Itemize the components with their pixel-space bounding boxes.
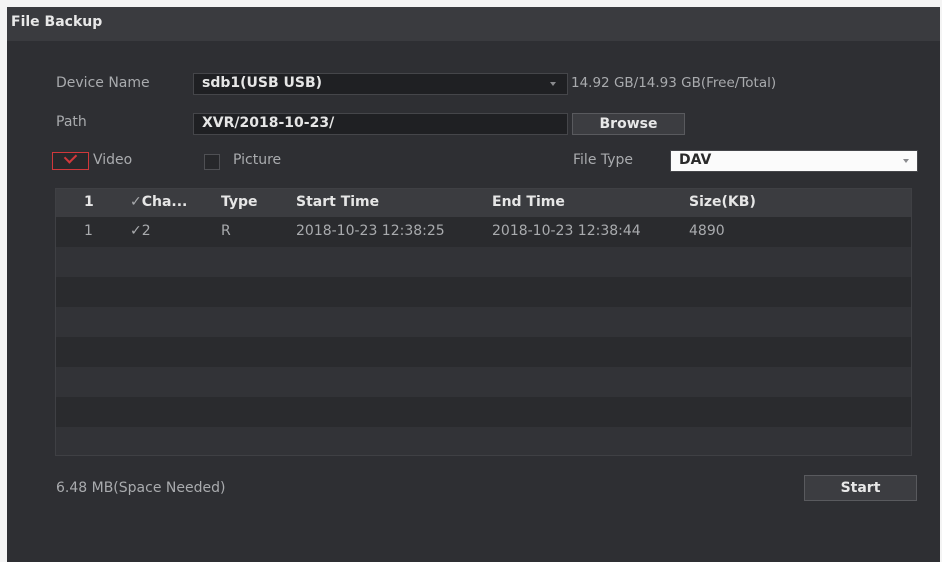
file-type-value: DAV	[679, 152, 712, 168]
row-size: 4890	[689, 223, 725, 239]
table-row	[56, 367, 911, 397]
file-backup-window: File Backup Device Name sdb1(USB USB) 14…	[7, 7, 940, 562]
row-start-time: 2018-10-23 12:38:25	[296, 223, 445, 239]
picture-checkbox[interactable]	[204, 154, 220, 170]
table-row[interactable]: 1 ✓2 R 2018-10-23 12:38:25 2018-10-23 12…	[56, 217, 911, 247]
header-end-time: End Time	[492, 194, 565, 210]
table-row	[56, 277, 911, 307]
video-checkbox[interactable]	[52, 150, 89, 170]
header-channel-label: Cha...	[141, 194, 188, 210]
device-name-select[interactable]: sdb1(USB USB)	[193, 73, 568, 95]
video-label: Video	[93, 152, 133, 168]
start-button[interactable]: Start	[804, 475, 917, 501]
device-name-label: Device Name	[56, 75, 150, 91]
path-value: XVR/2018-10-23/	[202, 115, 335, 131]
table-row	[56, 397, 911, 427]
browse-button[interactable]: Browse	[572, 113, 685, 135]
row-end-time: 2018-10-23 12:38:44	[492, 223, 641, 239]
capacity-text: 14.92 GB/14.93 GB(Free/Total)	[571, 75, 777, 91]
header-size: Size(KB)	[689, 194, 756, 210]
picture-label: Picture	[233, 152, 282, 168]
check-icon: ✓	[130, 223, 142, 239]
table-row	[56, 427, 911, 455]
row-channel-value: 2	[141, 223, 151, 239]
path-field[interactable]: XVR/2018-10-23/	[193, 113, 568, 135]
table-row	[56, 337, 911, 367]
table-row	[56, 247, 911, 277]
file-type-label: File Type	[573, 152, 634, 168]
space-needed-text: 6.48 MB(Space Needed)	[56, 480, 226, 496]
row-type: R	[221, 223, 231, 239]
chevron-down-icon	[550, 82, 556, 86]
path-label: Path	[56, 114, 87, 130]
check-icon: ✓	[130, 194, 142, 210]
title-bar: File Backup	[7, 7, 940, 41]
checkmark-icon	[63, 150, 78, 164]
header-start-time: Start Time	[296, 194, 380, 210]
header-select-all[interactable]: 1	[84, 194, 94, 210]
row-index: 1	[84, 223, 93, 239]
file-table: 1 ✓Cha... Type Start Time End Time Size(…	[55, 188, 912, 456]
file-type-select[interactable]: DAV	[670, 150, 918, 172]
chevron-down-icon	[903, 159, 909, 163]
table-header: 1 ✓Cha... Type Start Time End Time Size(…	[56, 189, 911, 217]
header-channel[interactable]: ✓Cha...	[130, 194, 187, 210]
device-name-value: sdb1(USB USB)	[202, 75, 323, 91]
window-title: File Backup	[11, 14, 103, 30]
row-channel[interactable]: ✓2	[130, 223, 151, 239]
table-row	[56, 307, 911, 337]
header-type: Type	[221, 194, 258, 210]
